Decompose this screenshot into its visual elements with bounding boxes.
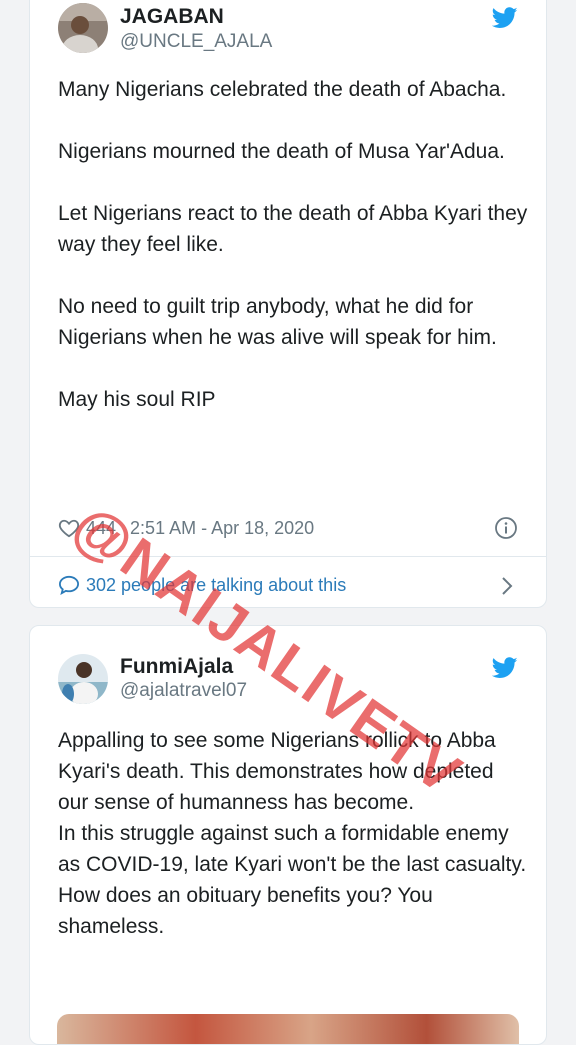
twitter-bird-icon[interactable] <box>492 7 518 29</box>
user-handle[interactable]: @UNCLE_AJALA <box>120 31 272 53</box>
speech-bubble-icon <box>58 575 80 595</box>
avatar[interactable] <box>58 654 108 704</box>
tweet-paragraph: Nigerians mourned the death of Musa Yar'… <box>58 140 505 163</box>
tweet-line: In this struggle against such a formidab… <box>58 822 527 876</box>
display-name[interactable]: JAGABAN <box>120 5 224 29</box>
tweet-paragraph: Many Nigerians celebrated the death of A… <box>58 78 507 101</box>
tweet-text: Many Nigerians celebrated the death of A… <box>58 74 528 415</box>
tweet-paragraph: May his soul RIP <box>58 388 216 411</box>
avatar[interactable] <box>58 3 108 53</box>
info-icon[interactable] <box>494 516 518 540</box>
tweet-media-image[interactable] <box>57 1014 519 1044</box>
user-handle[interactable]: @ajalatravel07 <box>120 680 247 702</box>
tweet-paragraph: Let Nigerians react to the death of Abba… <box>58 202 528 256</box>
display-name[interactable]: FunmiAjala <box>120 655 233 679</box>
tweet-paragraph: No need to guilt trip anybody, what he d… <box>58 295 497 349</box>
twitter-bird-icon[interactable] <box>492 657 518 679</box>
tweet-line: How does an obituary benefits you? You s… <box>58 884 433 938</box>
chevron-right-icon[interactable] <box>500 576 514 596</box>
